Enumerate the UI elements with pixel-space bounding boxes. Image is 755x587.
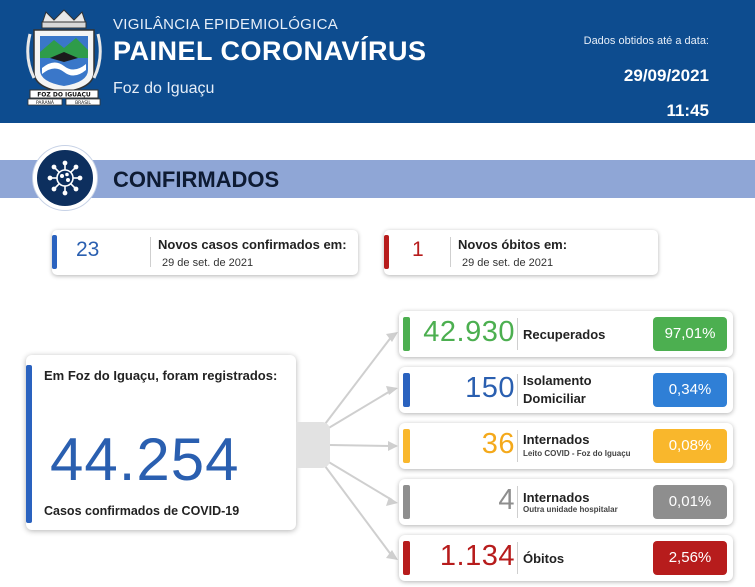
deaths-label: Óbitos [523,551,565,566]
divider [517,486,518,518]
recovered-label: Recuperados [523,327,606,342]
hospitalized-other-sublabel: Outra unidade hospitalar [523,505,618,514]
card-bar [403,429,410,463]
dashboard-root: FOZ DO IGUAÇU PARANÁ BRASIL VIGILÂNCIA E… [0,0,755,587]
hospitalized-covid-value: 36 [481,428,515,460]
home-isolation-label-line1: Isolamento [523,373,592,388]
deaths-value: 1.134 [439,540,515,572]
total-cases-bar [26,365,32,523]
home-isolation-value: 150 [465,372,515,404]
card-bar [403,373,410,407]
divider [517,542,518,574]
card-bar [403,541,410,575]
total-cases-card: Em Foz do Iguaçu, foram registrados: 44.… [26,355,296,530]
divider [517,430,518,462]
total-cases-label: Em Foz do Iguaçu, foram registrados: [44,368,278,383]
hospitalized-other-percent-badge: 0,01% [653,485,727,519]
hospitalized-other-label: Internados [523,490,590,505]
hospitalized-other-card: 4 Internados Outra unidade hospitalar 0,… [399,479,733,525]
recovered-value: 42.930 [423,316,515,348]
hospitalized-other-value: 4 [498,484,515,516]
hospitalized-covid-card: 36 Internados Leito COVID - Foz do Iguaç… [399,423,733,469]
total-cases-footer: Casos confirmados de COVID-19 [44,504,240,518]
divider [517,374,518,406]
deaths-card: 1.134 Óbitos 2,56% [399,535,733,581]
home-isolation-percent-badge: 0,34% [653,373,727,407]
total-cases-value: 44.254 [50,426,240,493]
connector-tab [296,422,330,468]
home-isolation-label-line2: Domiciliar [523,391,586,406]
home-isolation-card: 150 Isolamento Domiciliar 0,34% [399,367,733,413]
hospitalized-covid-label: Internados [523,432,590,447]
recovered-card: 42.930 Recuperados 97,01% [399,311,733,357]
card-bar [403,317,410,351]
hospitalized-covid-sublabel: Leito COVID - Foz do Iguaçu [523,449,631,458]
deaths-percent-badge: 2,56% [653,541,727,575]
hospitalized-covid-percent-badge: 0,08% [653,429,727,463]
card-bar [403,485,410,519]
divider [517,318,518,350]
recovered-percent-badge: 97,01% [653,317,727,351]
